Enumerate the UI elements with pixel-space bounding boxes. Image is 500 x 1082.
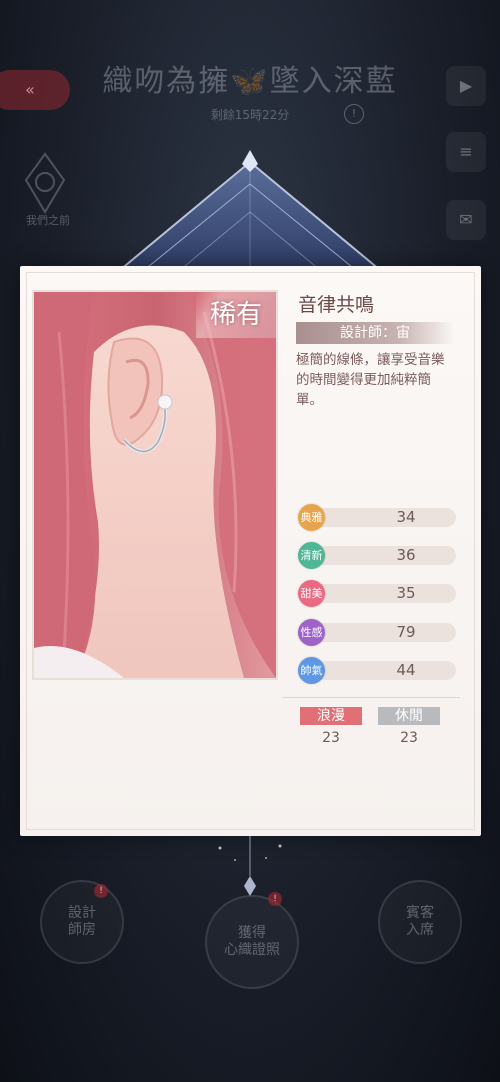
- tag-casual: 休閒: [378, 707, 440, 725]
- alert-badge: !: [94, 884, 108, 898]
- play-icon[interactable]: ▶: [446, 66, 486, 106]
- designer-label: 設計師：宙: [296, 322, 454, 344]
- emblem-label: 我們之前: [26, 214, 70, 227]
- stat-value: 34: [396, 508, 416, 526]
- stat-badge-cool: 帥氣: [298, 657, 325, 684]
- stat-elegant: 34 典雅: [298, 504, 458, 531]
- get-license-button[interactable]: 獲得 心織證照: [205, 895, 299, 989]
- menu-icon[interactable]: ≡: [446, 132, 486, 172]
- emblem-icon[interactable]: [20, 150, 70, 220]
- item-description: 極簡的線條，讓享受音樂的時間變得更加純粹簡單。: [296, 352, 445, 408]
- stat-badge-elegant: 典雅: [298, 504, 325, 531]
- mail-icon[interactable]: ✉: [446, 200, 486, 240]
- rarity-badge: 稀有: [196, 292, 276, 338]
- back-button[interactable]: «: [0, 70, 70, 110]
- stat-badge-fresh: 清新: [298, 542, 325, 569]
- stat-value: 79: [396, 623, 416, 641]
- stat-value: 36: [396, 546, 416, 564]
- tag-casual-value: 23: [400, 730, 418, 746]
- stat-value: 44: [396, 661, 416, 679]
- item-detail-card: 稀有 音律共鳴 設計師：宙 極簡的線條，讓享受音樂的時間變得更加純粹簡單。 34…: [20, 266, 481, 836]
- stat-sexy: 79 性感: [298, 619, 458, 646]
- info-icon[interactable]: !: [344, 104, 364, 124]
- designer-room-button[interactable]: 設計 師房: [40, 880, 124, 964]
- arch-ornament: [108, 150, 392, 280]
- tag-romantic: 浪漫: [300, 707, 362, 725]
- stat-value: 35: [396, 584, 416, 602]
- get-license-label: 獲得 心織證照: [224, 925, 280, 958]
- countdown-text: 剩餘15時22分: [210, 108, 290, 122]
- divider: [282, 697, 460, 698]
- tag-romantic-value: 23: [322, 730, 340, 746]
- item-artwork: 稀有: [32, 290, 278, 680]
- guests-seated-label: 賓客 入席: [406, 905, 434, 938]
- stat-fresh: 36 清新: [298, 542, 458, 569]
- event-title: 織吻為擁🦋墜入深藍: [102, 64, 398, 99]
- designer-room-label: 設計 師房: [68, 905, 96, 938]
- stat-badge-sweet: 甜美: [298, 580, 325, 607]
- guests-seated-button[interactable]: 賓客 入席: [378, 880, 462, 964]
- stat-sweet: 35 甜美: [298, 580, 458, 607]
- earring-model-image: [34, 292, 276, 678]
- item-name: 音律共鳴: [298, 294, 375, 316]
- stat-cool: 44 帥氣: [298, 657, 458, 684]
- stat-badge-sexy: 性感: [298, 619, 325, 646]
- hanging-ornament: [218, 836, 282, 896]
